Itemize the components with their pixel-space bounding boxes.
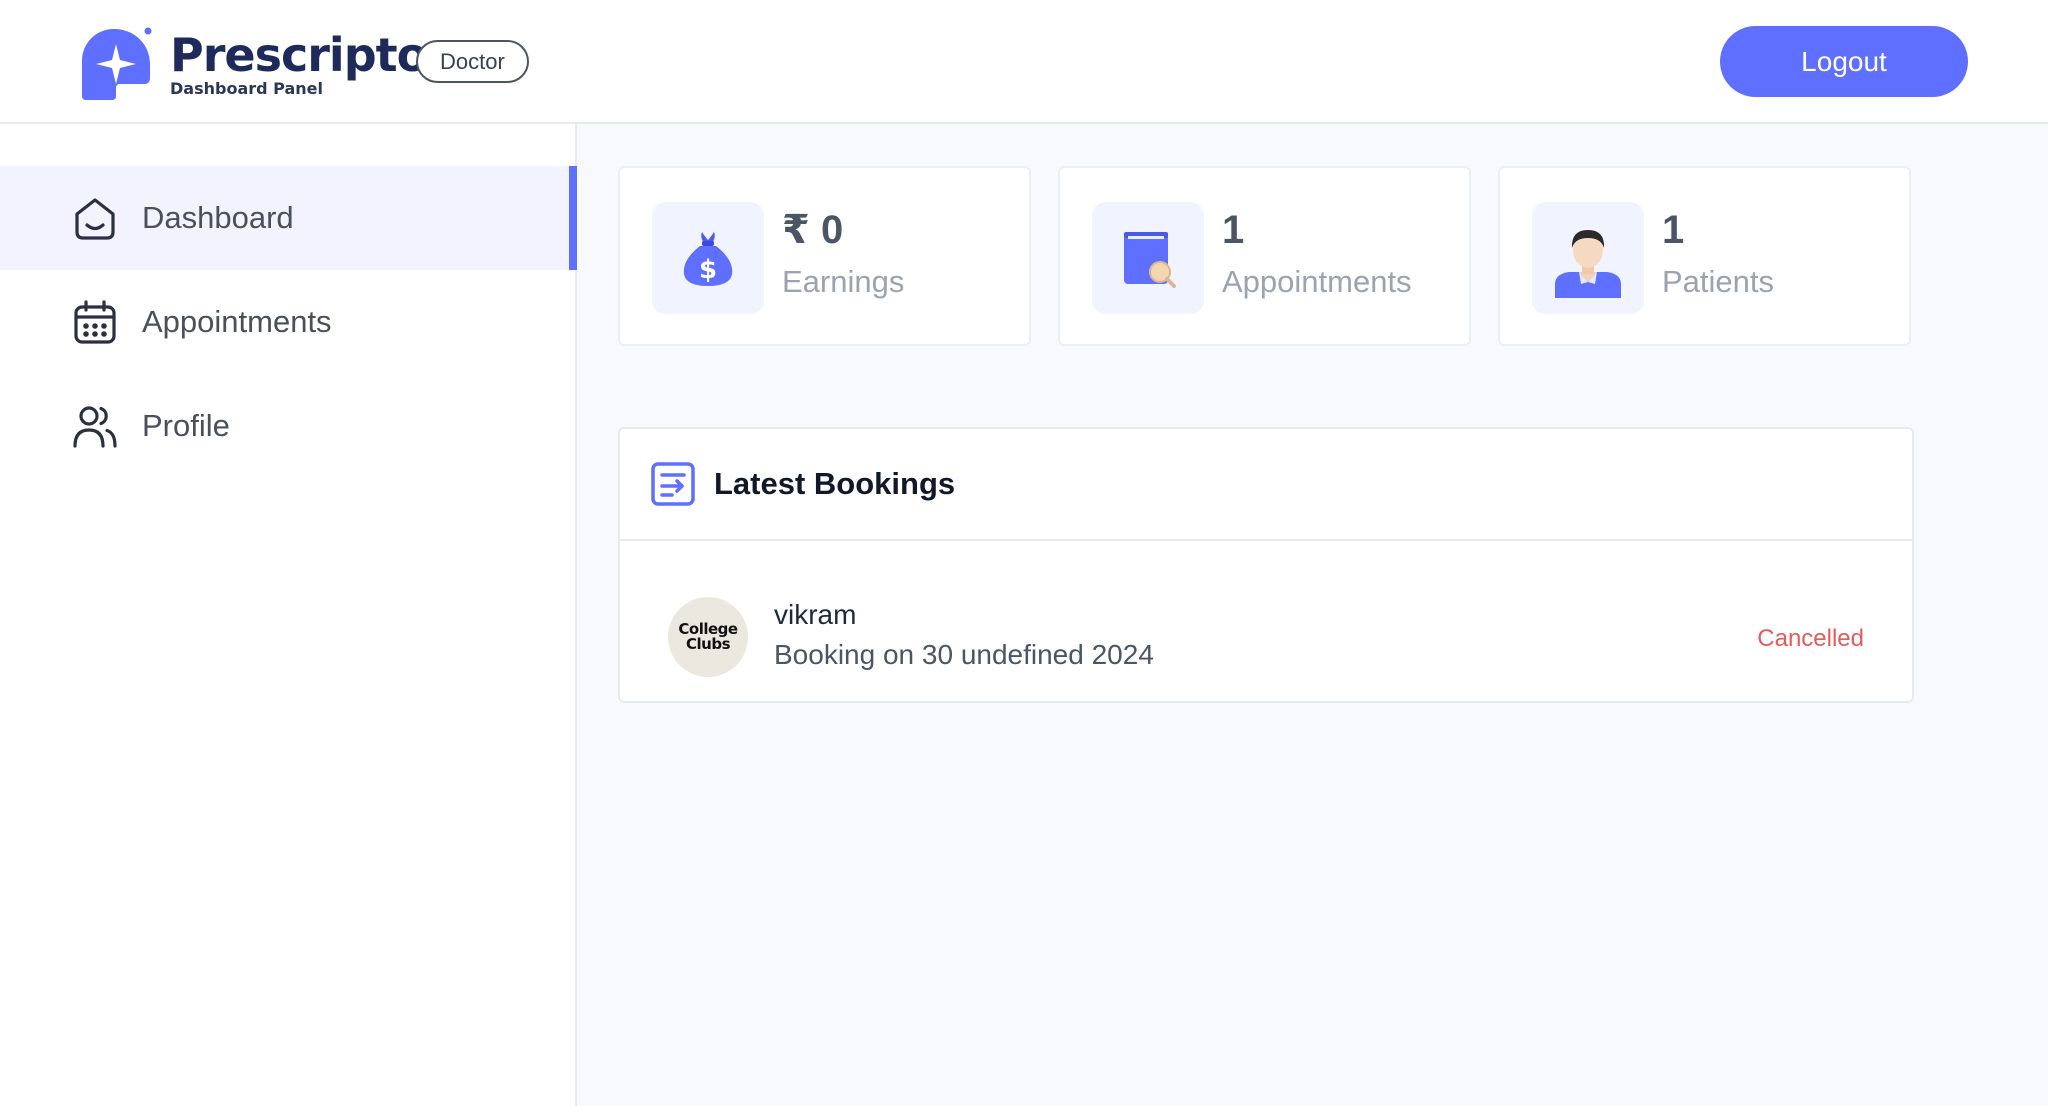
earnings-label: Earnings bbox=[782, 264, 905, 299]
role-badge: Doctor bbox=[416, 40, 529, 83]
patient-name: vikram bbox=[774, 599, 857, 630]
prescripto-logo-icon bbox=[78, 26, 154, 102]
svg-text:$: $ bbox=[699, 255, 717, 285]
latest-bookings-title: Latest Bookings bbox=[714, 466, 956, 501]
patients-label: Patients bbox=[1662, 264, 1775, 299]
brand-name: Prescripto bbox=[170, 28, 428, 82]
latest-bookings-header: Latest Bookings bbox=[620, 429, 1912, 541]
sidebar-item-dashboard[interactable]: Dashboard bbox=[0, 166, 577, 270]
booking-row[interactable]: College Clubs vikram Booking on 30 undef… bbox=[620, 543, 1912, 703]
main-content: $ ₹ 0 Earnings 1 Appointments 1 Patients… bbox=[577, 124, 2048, 1106]
sidebar: Dashboard Appointments Profile bbox=[0, 124, 577, 1106]
appointments-label: Appointments bbox=[1222, 264, 1412, 299]
booking-date: Booking on 30 undefined 2024 bbox=[774, 639, 1154, 670]
earnings-card[interactable]: $ ₹ 0 Earnings bbox=[618, 166, 1031, 346]
patients-value: 1 bbox=[1662, 208, 1685, 252]
brand[interactable]: Prescripto Dashboard Panel bbox=[78, 26, 428, 102]
sidebar-item-label: Profile bbox=[142, 408, 230, 443]
patient-avatar-icon bbox=[1532, 202, 1644, 314]
status-badge: Cancelled bbox=[1757, 625, 1864, 652]
calendar-icon bbox=[70, 297, 120, 347]
sidebar-item-label: Appointments bbox=[142, 304, 332, 339]
appointments-card[interactable]: 1 Appointments bbox=[1058, 166, 1471, 346]
patients-card[interactable]: 1 Patients bbox=[1498, 166, 1911, 346]
money-bag-icon: $ bbox=[652, 202, 764, 314]
people-icon bbox=[70, 401, 120, 451]
sidebar-item-appointments[interactable]: Appointments bbox=[0, 270, 577, 374]
sidebar-item-label: Dashboard bbox=[142, 200, 294, 235]
earnings-value: ₹ 0 bbox=[782, 208, 844, 252]
latest-bookings-panel: Latest Bookings College Clubs vikram Boo… bbox=[618, 427, 1914, 703]
sidebar-item-profile[interactable]: Profile bbox=[0, 374, 577, 478]
avatar: College Clubs bbox=[668, 597, 748, 677]
top-header: Prescripto Dashboard Panel Doctor Logout bbox=[0, 0, 2048, 124]
appointment-book-icon bbox=[1092, 202, 1204, 314]
brand-subtitle: Dashboard Panel bbox=[170, 79, 323, 98]
appointments-value: 1 bbox=[1222, 208, 1245, 252]
home-icon bbox=[70, 193, 120, 243]
avatar-text: Clubs bbox=[686, 635, 731, 653]
logout-button[interactable]: Logout bbox=[1720, 26, 1968, 97]
list-icon bbox=[650, 461, 696, 507]
